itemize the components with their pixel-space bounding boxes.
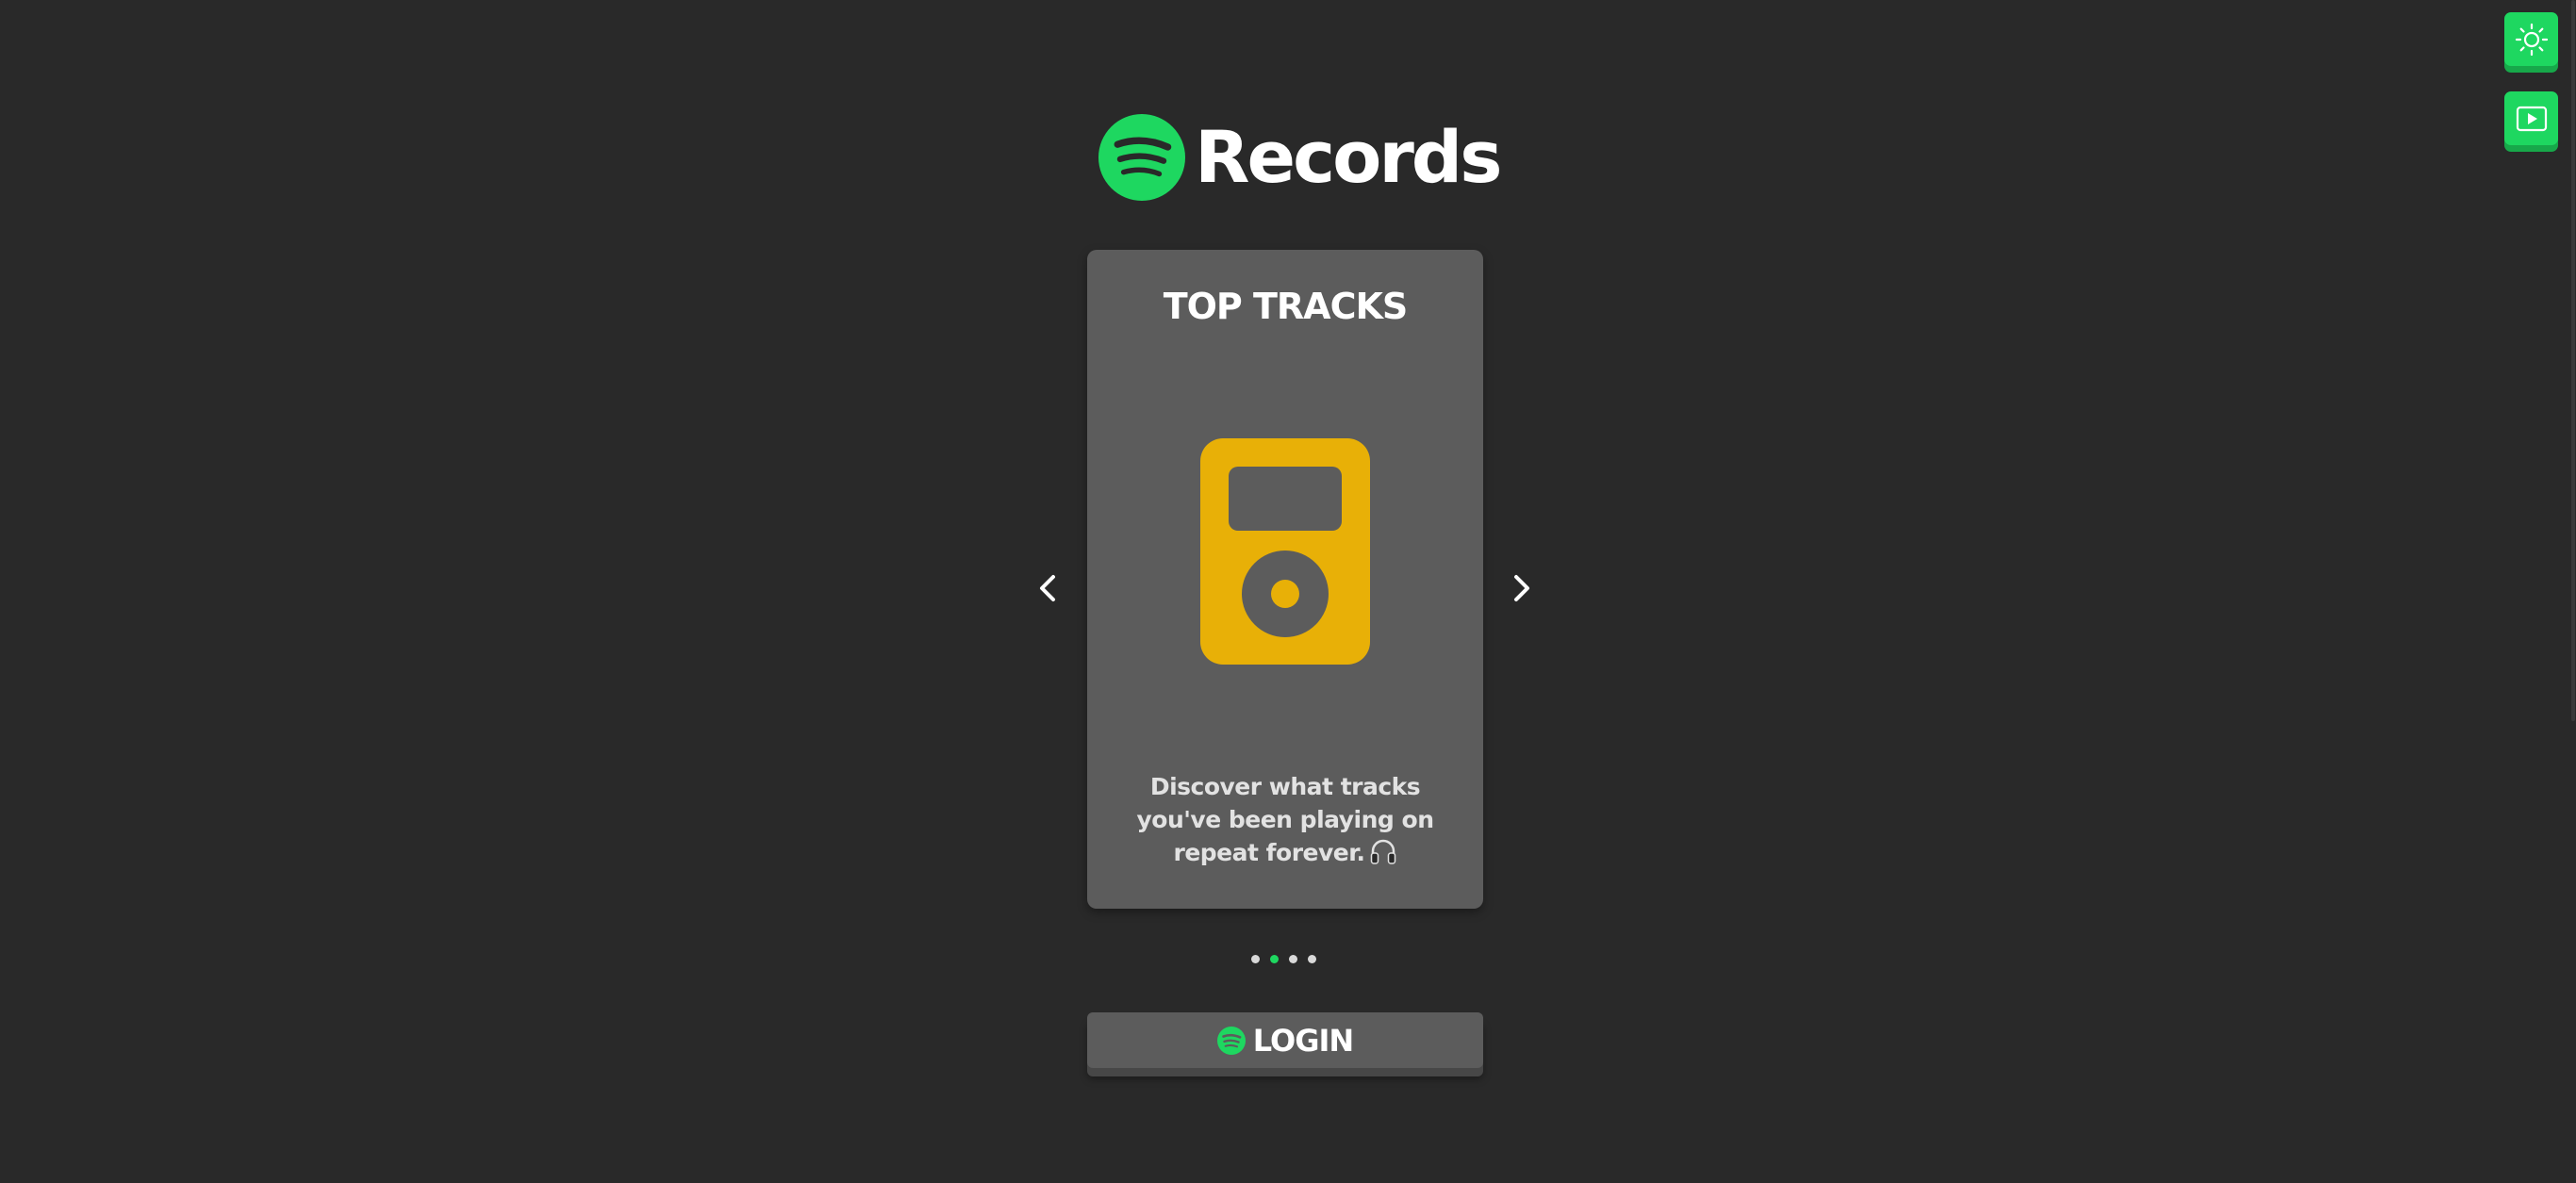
login-button[interactable]: LOGIN [1087, 1012, 1483, 1068]
app-name: Records [1195, 115, 1502, 199]
spotify-logo-icon [1216, 1026, 1246, 1055]
carousel-dot-4[interactable] [1308, 955, 1316, 963]
slide-title: TOP TRACKS [1163, 286, 1409, 327]
page: Records TOP TRACKS Discover what tracks … [0, 0, 2576, 1183]
slide-description: Discover what tracks you've been playing… [1106, 770, 1464, 869]
carousel-dot-1[interactable] [1251, 955, 1260, 963]
carousel-dot-3[interactable] [1289, 955, 1297, 963]
demo-video-button[interactable] [2504, 91, 2558, 145]
spotify-logo-icon [1098, 114, 1185, 201]
app-logo: Records [1098, 113, 1502, 202]
ipod-icon [1200, 438, 1370, 665]
play-icon [2516, 106, 2547, 131]
chevron-right-icon[interactable] [1502, 569, 1540, 607]
theme-toggle-button[interactable] [2504, 12, 2558, 66]
headphones-icon [1370, 839, 1395, 864]
scrollbar-thumb[interactable] [2571, 0, 2575, 721]
carousel-pagination [1251, 955, 1316, 963]
sun-icon [2515, 23, 2548, 56]
login-button-label: LOGIN [1252, 1022, 1354, 1059]
carousel-slide-card: TOP TRACKS Discover what tracks you've b… [1087, 250, 1483, 909]
carousel-dot-2-active[interactable] [1270, 955, 1279, 963]
chevron-left-icon[interactable] [1030, 569, 1067, 607]
